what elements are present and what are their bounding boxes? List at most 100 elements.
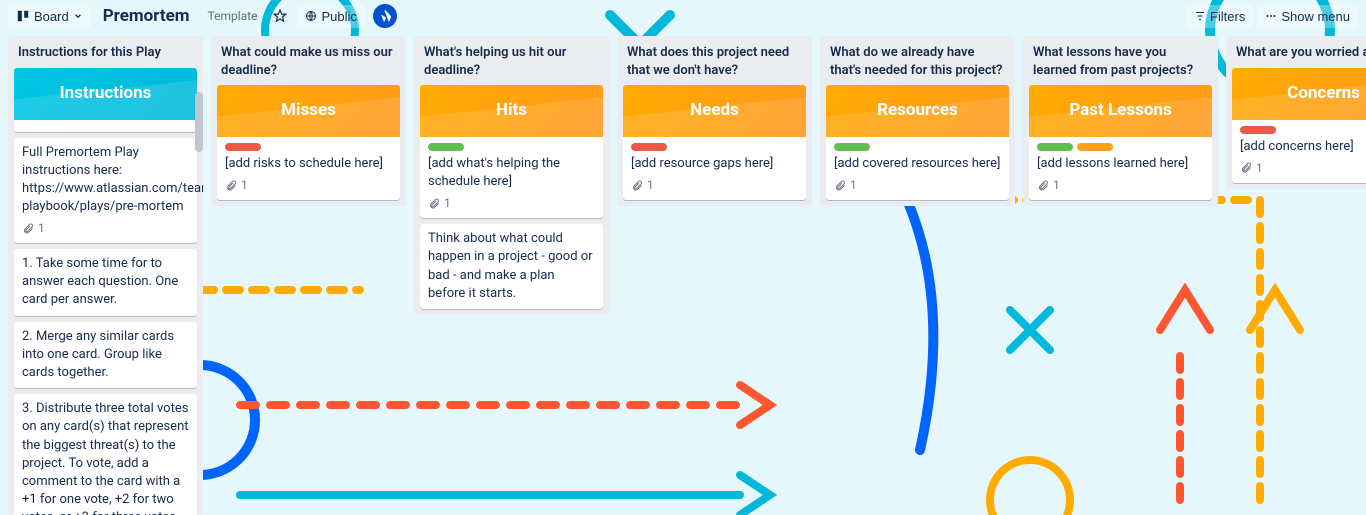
card[interactable]: Resources[add covered resources here]1 xyxy=(826,85,1009,200)
card-labels xyxy=(225,143,392,151)
visibility-label: Public xyxy=(321,9,356,24)
board-header: Board Premortem Template Public Filters … xyxy=(0,0,1366,32)
list-cards: Hits [add what's helping the schedule her… xyxy=(414,85,609,315)
board-view-switcher[interactable]: Board xyxy=(8,5,91,28)
card-text: Think about what could happen in a proje… xyxy=(428,230,595,303)
attachment-count: 1 xyxy=(647,177,654,194)
attachment-count: 1 xyxy=(1053,177,1060,194)
menu-dots-icon xyxy=(1265,10,1277,22)
attachment-count: 1 xyxy=(444,195,451,212)
card[interactable]: 2. Merge any similar cards into one card… xyxy=(14,322,197,389)
attachment-icon xyxy=(225,180,237,192)
card-cover: Past Lessons xyxy=(1029,85,1212,137)
star-icon xyxy=(273,9,287,23)
attachment-count: 1 xyxy=(241,177,248,194)
list-cards: Needs [add resource gaps here] 1 xyxy=(617,85,812,206)
filters-button[interactable]: Filters xyxy=(1186,5,1253,28)
list-title[interactable]: What are you worried about? xyxy=(1226,36,1366,68)
card-text: [add concerns here] xyxy=(1240,138,1366,156)
card-text: [add covered resources here] xyxy=(834,155,1001,173)
attachment-icon xyxy=(631,180,643,192)
card-badges: 1 xyxy=(428,195,595,212)
list: What could make us miss our deadline?Mis… xyxy=(211,36,406,206)
list-cards: Instructions Full Premortem Play instruct… xyxy=(8,68,203,515)
list-cards: Misses [add risks to schedule here] 1 xyxy=(211,85,406,206)
visibility-button[interactable]: Public xyxy=(297,5,364,28)
card-badges: 1 xyxy=(1240,160,1366,177)
list-title[interactable]: What does this project need that we don'… xyxy=(617,36,812,85)
label-red[interactable] xyxy=(1240,126,1276,134)
card-text: 3. Distribute three total votes on any c… xyxy=(22,400,189,515)
label-green[interactable] xyxy=(1037,143,1073,151)
card[interactable]: Full Premortem Play instructions here: h… xyxy=(14,138,197,244)
show-menu-label: Show menu xyxy=(1281,9,1350,24)
card-badges: 1 xyxy=(22,220,189,237)
card-text: 2. Merge any similar cards into one card… xyxy=(22,328,189,383)
board-icon xyxy=(16,9,30,23)
list-title[interactable]: What could make us miss our deadline? xyxy=(211,36,406,85)
board-title[interactable]: Premortem xyxy=(95,6,198,26)
card-cover: Misses xyxy=(217,85,400,137)
list-title[interactable]: Instructions for this Play xyxy=(8,36,203,68)
card-text: Full Premortem Play instructions here: h… xyxy=(22,144,189,217)
card-labels xyxy=(428,143,595,151)
card-cover: Needs xyxy=(623,85,806,137)
board-canvas: Instructions for this PlayInstructions Fu… xyxy=(0,32,1366,515)
list: What are you worried about?Concerns [add … xyxy=(1226,36,1366,189)
show-menu-button[interactable]: Show menu xyxy=(1257,5,1358,28)
list: What's helping us hit our deadline?Hits [… xyxy=(414,36,609,315)
card[interactable]: Misses [add risks to schedule here] 1 xyxy=(217,85,400,200)
card-labels xyxy=(834,143,1001,151)
list: What does this project need that we don'… xyxy=(617,36,812,206)
atlassian-icon xyxy=(378,9,392,23)
card-labels xyxy=(1240,126,1366,134)
board-view-label: Board xyxy=(34,9,69,24)
label-red[interactable] xyxy=(631,143,667,151)
star-button[interactable] xyxy=(267,5,293,27)
card-text: [add what's helping the schedule here] xyxy=(428,155,595,191)
attachment-count: 1 xyxy=(1256,160,1263,177)
list: Instructions for this PlayInstructions Fu… xyxy=(8,36,203,515)
label-green[interactable] xyxy=(428,143,464,151)
label-red[interactable] xyxy=(225,143,261,151)
card[interactable]: 1. Take some time for to answer each que… xyxy=(14,249,197,316)
card-cover: Concerns xyxy=(1232,68,1366,120)
card-badges: 1 xyxy=(631,177,798,194)
label-orange[interactable] xyxy=(1077,143,1113,151)
attachment-icon xyxy=(22,223,34,235)
card[interactable]: 3. Distribute three total votes on any c… xyxy=(14,394,197,515)
scrollbar-thumb[interactable] xyxy=(195,92,203,152)
card[interactable]: Concerns [add concerns here] 1 xyxy=(1232,68,1366,183)
list-cards: Concerns [add concerns here] 1 xyxy=(1226,68,1366,189)
card[interactable]: Needs [add resource gaps here] 1 xyxy=(623,85,806,200)
chevron-down-icon xyxy=(73,11,83,21)
card-text: [add resource gaps here] xyxy=(631,155,798,173)
list-title[interactable]: What lessons have you learned from past … xyxy=(1023,36,1218,85)
workspace-avatar[interactable] xyxy=(373,4,397,28)
card[interactable]: Think about what could happen in a proje… xyxy=(420,224,603,309)
card-text: [add lessons learned here] xyxy=(1037,155,1204,173)
label-green[interactable] xyxy=(834,143,870,151)
list: What lessons have you learned from past … xyxy=(1023,36,1218,206)
card-text: [add risks to schedule here] xyxy=(225,155,392,173)
card[interactable]: Instructions xyxy=(14,68,197,132)
card-badges: 1 xyxy=(834,177,1001,194)
filters-label: Filters xyxy=(1210,9,1245,24)
attachment-icon xyxy=(1240,162,1252,174)
card-text: 1. Take some time for to answer each que… xyxy=(22,255,189,310)
card-labels xyxy=(631,143,798,151)
card-badges: 1 xyxy=(225,177,392,194)
card[interactable]: Hits [add what's helping the schedule her… xyxy=(420,85,603,218)
list: What do we already have that's needed fo… xyxy=(820,36,1015,206)
filter-icon xyxy=(1194,10,1206,22)
list-title[interactable]: What's helping us hit our deadline? xyxy=(414,36,609,85)
card-labels xyxy=(1037,143,1204,151)
attachment-icon xyxy=(1037,180,1049,192)
card-cover: Hits xyxy=(420,85,603,137)
card[interactable]: Past Lessons [add lessons learned here] 1 xyxy=(1029,85,1212,200)
card-cover: Instructions xyxy=(14,68,197,120)
template-badge[interactable]: Template xyxy=(202,7,264,25)
attachment-count: 1 xyxy=(850,177,857,194)
list-title[interactable]: What do we already have that's needed fo… xyxy=(820,36,1015,85)
attachment-icon xyxy=(428,198,440,210)
